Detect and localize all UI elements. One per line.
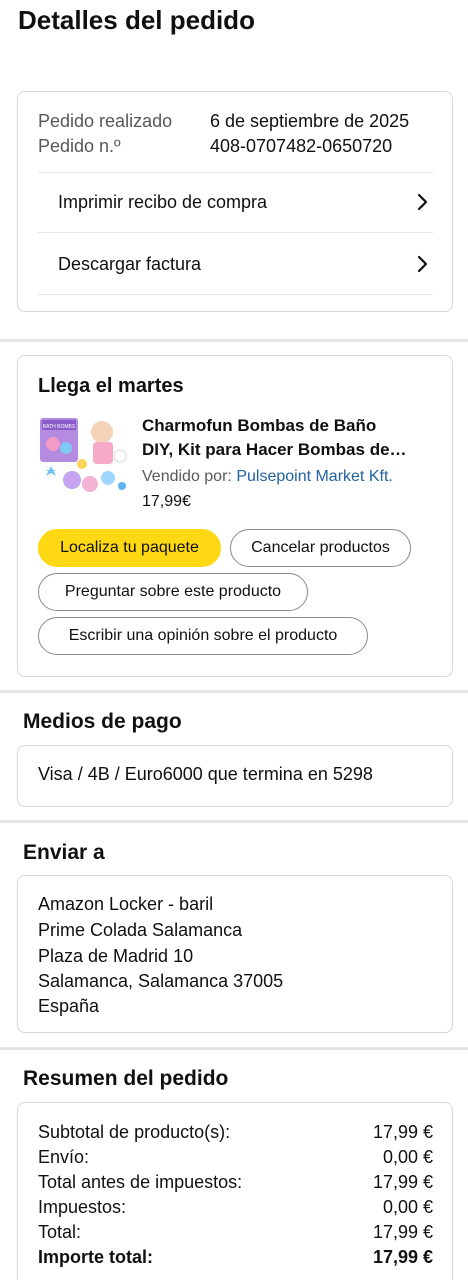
ship-to-card: Amazon Locker - baril Prime Colada Salam… — [17, 875, 453, 1033]
thumb-box-label: BATH BOMBS — [43, 424, 76, 430]
section-divider — [0, 690, 468, 693]
order-placed-label: Pedido realizado — [38, 111, 173, 131]
product-thumbnail[interactable]: BATH BOMBS — [38, 414, 128, 496]
address-line: Amazon Locker - baril — [38, 894, 214, 914]
product-price: 17,99€ — [142, 493, 191, 510]
summary-value: 17,99 € — [372, 1247, 433, 1267]
summary-label: Total: — [38, 1222, 82, 1242]
product-name-link[interactable]: Charmofun Bombas de Baño DIY, Kit para H… — [142, 414, 442, 462]
summary-row-tax: Impuestos: 0,00 € — [38, 1195, 433, 1219]
address-line: Plaza de Madrid 10 — [38, 946, 194, 966]
delivery-title: Llega el martes — [38, 375, 184, 397]
payment-method: Visa / 4B / Euro6000 que termina en 5298 — [38, 764, 373, 784]
seller-label: Vendido por: — [142, 468, 232, 485]
print-receipt-label: Imprimir recibo de compra — [58, 191, 268, 212]
order-placed-value: 6 de septiembre de 2025 — [210, 111, 410, 131]
summary-value: 17,99 € — [372, 1172, 433, 1192]
shipment-card: Llega el martes BATH BOMBS Charmofun Bom… — [17, 355, 453, 677]
section-divider — [0, 1047, 468, 1050]
track-package-button[interactable]: Localiza tu paquete — [38, 529, 221, 567]
download-invoice-label: Descargar factura — [58, 253, 202, 274]
ship-to-section-title: Enviar a — [23, 841, 105, 864]
summary-row-grand-total: Importe total: 17,99 € — [38, 1245, 433, 1269]
summary-row-total: Total: 17,99 € — [38, 1220, 433, 1244]
print-receipt-link[interactable]: Imprimir recibo de compra — [38, 172, 433, 233]
summary-label: Total antes de impuestos: — [38, 1172, 243, 1192]
chevron-right-icon — [413, 192, 433, 212]
product-name-line1: Charmofun Bombas de Baño — [142, 416, 377, 435]
summary-label: Envío: — [38, 1147, 90, 1167]
summary-row-before-tax: Total antes de impuestos: 17,99 € — [38, 1170, 433, 1194]
order-number-label: Pedido n.º — [38, 136, 121, 156]
summary-value: 17,99 € — [372, 1122, 433, 1142]
ask-product-question-button[interactable]: Preguntar sobre este producto — [38, 573, 308, 611]
write-review-button[interactable]: Escribir una opinión sobre el producto — [38, 617, 368, 655]
payment-section-title: Medios de pago — [23, 710, 182, 733]
product-name-line2: DIY, Kit para Hacer Bombas de… — [142, 440, 407, 459]
address-line: Prime Colada Salamanca — [38, 920, 243, 940]
address-line: Salamanca, Salamanca 37005 — [38, 971, 284, 991]
download-invoice-link[interactable]: Descargar factura — [38, 234, 433, 295]
address-line: España — [38, 996, 100, 1016]
order-number-value: 408-0707482-0650720 — [210, 136, 393, 156]
section-divider — [0, 820, 468, 823]
section-divider — [0, 339, 468, 342]
summary-value: 0,00 € — [382, 1197, 433, 1217]
summary-card: Subtotal de producto(s): 17,99 € Envío: … — [17, 1102, 453, 1280]
summary-value: 0,00 € — [382, 1147, 433, 1167]
summary-value: 17,99 € — [372, 1222, 433, 1242]
summary-row-shipping: Envío: 0,00 € — [38, 1145, 433, 1169]
seller-link[interactable]: Pulsepoint Market Kft. — [236, 468, 393, 485]
summary-label: Subtotal de producto(s): — [38, 1122, 231, 1142]
seller-info: Vendido por: Pulsepoint Market Kft. — [142, 466, 393, 488]
order-info-card: Pedido realizado 6 de septiembre de 2025… — [17, 91, 453, 312]
page-title: Detalles del pedido — [18, 5, 255, 35]
summary-row-subtotal: Subtotal de producto(s): 17,99 € — [38, 1120, 433, 1144]
chevron-right-icon — [413, 254, 433, 274]
summary-label: Impuestos: — [38, 1197, 127, 1217]
summary-label: Importe total: — [38, 1247, 153, 1267]
cancel-items-button[interactable]: Cancelar productos — [230, 529, 411, 567]
payment-card: Visa / 4B / Euro6000 que termina en 5298 — [17, 745, 453, 807]
summary-section-title: Resumen del pedido — [23, 1067, 229, 1090]
